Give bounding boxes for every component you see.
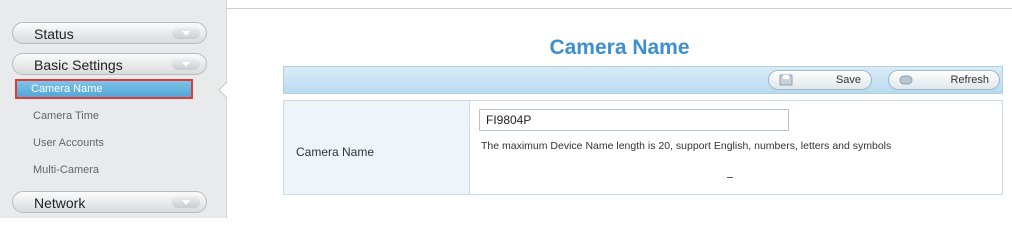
sidebar-item-label: Camera Name (31, 83, 103, 95)
sidebar-item-label: Multi-Camera (33, 164, 100, 176)
sidebar-item-user-accounts[interactable]: User Accounts (15, 133, 193, 153)
toolbar: Save Refresh (283, 66, 1003, 94)
divider (227, 8, 1012, 9)
refresh-button[interactable]: Refresh (888, 70, 1000, 90)
form-label-cell: Camera Name (284, 101, 470, 194)
sidebar-item-camera-time[interactable]: Camera Time (15, 106, 193, 126)
sidebar: Status Basic Settings Camera Name Camera… (0, 0, 229, 218)
camera-name-label: Camera Name (296, 145, 375, 159)
page-title: Camera Name (549, 36, 690, 59)
app-window: Status Basic Settings Camera Name Camera… (0, 0, 1012, 218)
sidebar-item-camera-name[interactable]: Camera Name (15, 79, 193, 99)
save-button[interactable]: Save (768, 70, 872, 90)
menu-basic-settings[interactable]: Basic Settings (12, 53, 207, 75)
camera-name-input[interactable] (479, 109, 789, 131)
camera-name-hint: The maximum Device Name length is 20, su… (481, 140, 892, 152)
chevron-down-icon (172, 196, 200, 208)
menu-network-label: Network (34, 195, 86, 211)
menu-status[interactable]: Status (12, 22, 207, 44)
sidebar-item-label: Camera Time (33, 110, 100, 122)
menu-basic-settings-label: Basic Settings (34, 57, 123, 73)
chevron-down-icon (172, 27, 200, 39)
sidebar-item-multi-camera[interactable]: Multi-Camera (15, 160, 193, 180)
main-panel: Camera Name Save Refresh Camera Name FI9… (227, 0, 1012, 218)
save-button-label: Save (835, 74, 861, 86)
save-icon (779, 74, 793, 86)
refresh-icon (899, 75, 913, 85)
chevron-down-icon (172, 58, 200, 70)
camera-name-form: Camera Name The maximum Device Name leng… (283, 100, 1003, 195)
refresh-button-label: Refresh (950, 74, 989, 86)
sidebar-item-label: User Accounts (33, 137, 104, 149)
text-cursor-mark (727, 177, 733, 178)
menu-network[interactable]: Network (12, 191, 207, 213)
menu-status-label: Status (34, 26, 74, 42)
